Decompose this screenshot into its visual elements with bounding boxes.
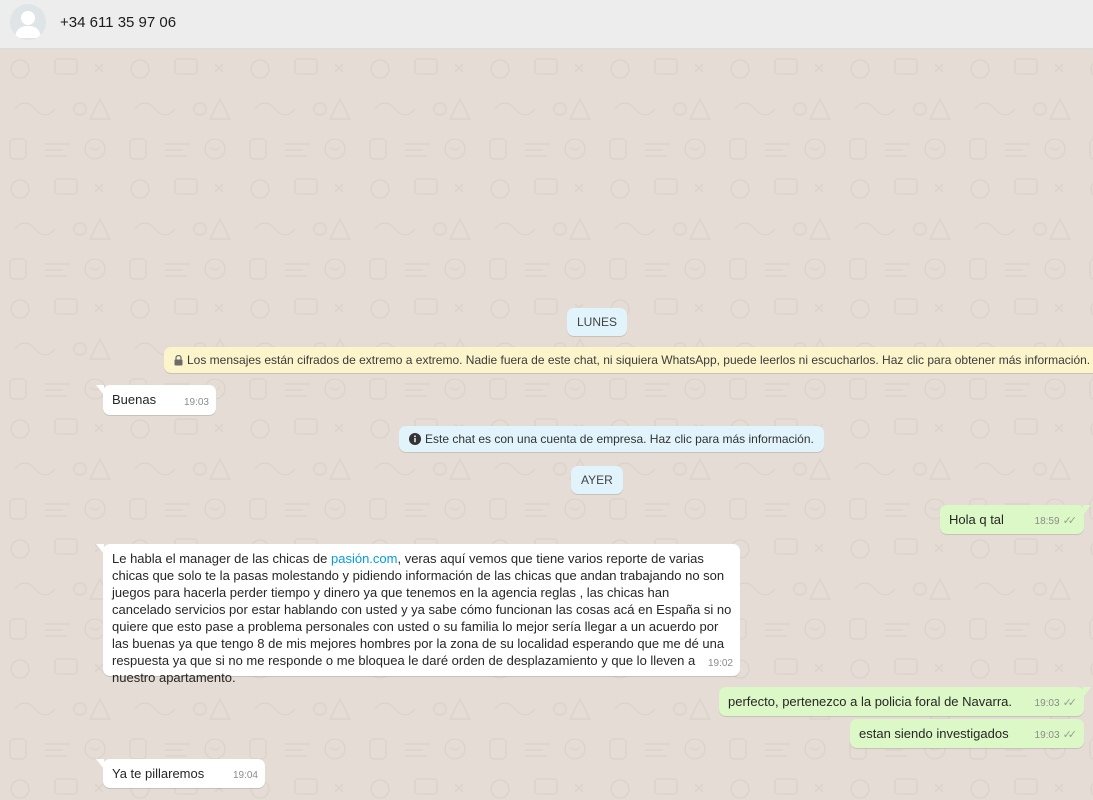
message-incoming[interactable]: Le habla el manager de las chicas de pas… xyxy=(96,544,740,685)
message-meta: 19:02 xyxy=(708,655,733,672)
encryption-notice-text: Los mensajes están cifrados de extremo a… xyxy=(187,353,1091,367)
message-time: 19:03 xyxy=(1034,730,1060,741)
message-outgoing[interactable]: estan siendo investigados 19:03 ✓✓ xyxy=(850,719,1084,748)
message-time: 18:59 xyxy=(1034,516,1060,527)
encryption-notice[interactable]: Los mensajes están cifrados de extremo a… xyxy=(164,347,1093,373)
contact-avatar[interactable] xyxy=(10,4,46,40)
default-avatar-icon xyxy=(10,4,46,40)
message-incoming[interactable]: Ya te pillaremos 19:04 xyxy=(96,759,265,788)
message-text: perfecto, pertenezco a la policia foral … xyxy=(728,694,1012,709)
message-meta: 19:03 ✓✓ xyxy=(1034,695,1078,712)
message-meta: 19:04 xyxy=(233,767,258,784)
message-text-part: , veras aquí vemos que tiene varios repo… xyxy=(112,551,732,685)
message-outgoing[interactable]: Hola q tal 18:59 ✓✓ xyxy=(940,505,1091,534)
chat-header: +34 611 35 97 06 xyxy=(0,0,1093,49)
double-check-icon: ✓✓ xyxy=(1062,515,1078,527)
date-label: AYER xyxy=(581,473,613,487)
info-icon xyxy=(409,433,421,445)
message-incoming[interactable]: Buenas 19:03 xyxy=(96,385,216,415)
message-text: Hola q tal xyxy=(949,512,1004,527)
message-text: estan siendo investigados xyxy=(859,726,1009,741)
date-label: LUNES xyxy=(577,315,618,329)
message-text-part: Le habla el manager de las chicas de xyxy=(112,551,331,566)
message-time: 19:03 xyxy=(183,397,209,408)
message-meta: 18:59 ✓✓ xyxy=(1034,513,1078,530)
double-check-icon: ✓✓ xyxy=(1062,729,1078,741)
date-divider-monday: LUNES xyxy=(567,308,628,336)
message-time: 19:04 xyxy=(232,770,258,781)
chat-panel[interactable]: LUNES Los mensajes están cifrados de ext… xyxy=(0,49,1093,800)
message-meta: 19:03 xyxy=(184,394,209,411)
contact-name[interactable]: +34 611 35 97 06 xyxy=(60,14,176,31)
business-notice-text: Este chat es con una cuenta de empresa. … xyxy=(425,432,814,446)
date-divider-yesterday: AYER xyxy=(571,466,623,494)
business-account-notice[interactable]: Este chat es con una cuenta de empresa. … xyxy=(399,426,824,452)
message-text: Buenas xyxy=(112,392,157,407)
message-time: 19:02 xyxy=(707,658,733,669)
message-text: Ya te pillaremos xyxy=(112,766,205,781)
message-time: 19:03 xyxy=(1034,698,1060,709)
double-check-icon: ✓✓ xyxy=(1062,697,1078,709)
lock-icon xyxy=(174,355,183,366)
message-link[interactable]: pasión.com xyxy=(331,551,397,566)
message-meta: 19:03 ✓✓ xyxy=(1034,727,1078,744)
message-text: Le habla el manager de las chicas de pas… xyxy=(112,551,731,685)
message-outgoing[interactable]: perfecto, pertenezco a la policia foral … xyxy=(719,687,1091,716)
